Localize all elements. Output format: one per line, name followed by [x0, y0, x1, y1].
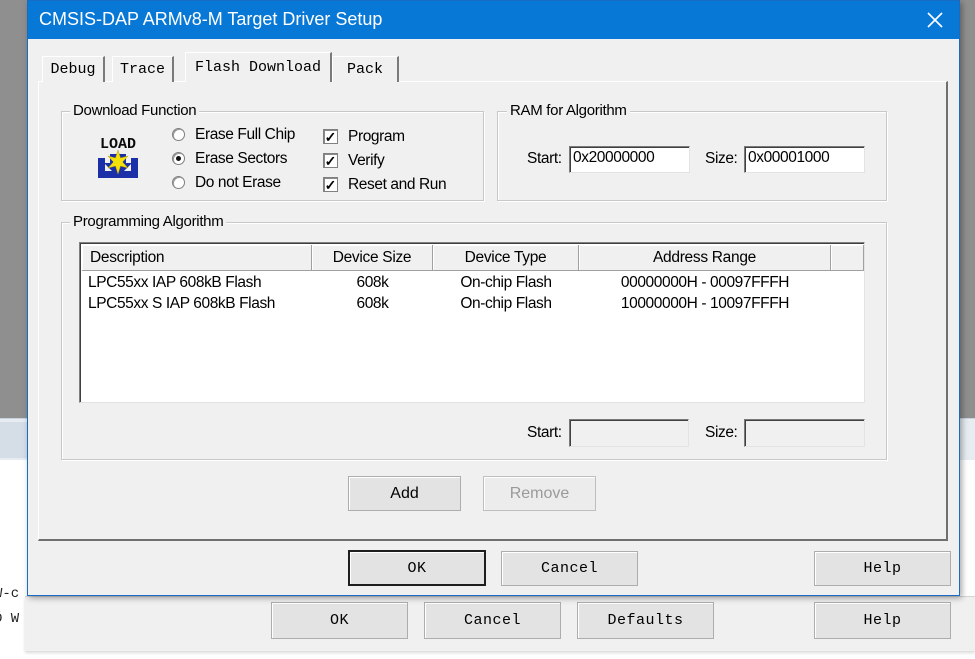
background-cancel-button[interactable]: Cancel	[424, 602, 561, 639]
cell-description: LPC55xx S IAP 608kB Flash	[88, 295, 276, 312]
erase-full-chip-label[interactable]: Erase Full Chip	[195, 126, 295, 144]
download-function-legend: Download Function	[70, 102, 200, 119]
verify-checkbox[interactable]: ✓	[323, 153, 338, 168]
load-icon: LOAD	[95, 132, 143, 180]
cell-device-type: On-chip Flash	[460, 274, 552, 291]
ram-for-algorithm-legend: RAM for Algorithm	[507, 102, 630, 119]
background-text-line: W-c	[0, 586, 20, 602]
remove-button[interactable]: Remove	[483, 476, 596, 511]
tab-flash-download[interactable]: Flash Download	[185, 52, 332, 82]
ram-start-label: Start:	[527, 150, 562, 167]
ok-button[interactable]: OK	[348, 550, 486, 586]
background-defaults-button[interactable]: Defaults	[577, 602, 714, 639]
program-checkbox[interactable]: ✓	[323, 129, 338, 144]
ram-size-label: Size:	[705, 150, 738, 167]
table-row[interactable]: LPC55xx IAP 608kB Flash 608k On-chip Fla…	[82, 274, 862, 294]
algorithm-start-label: Start:	[527, 424, 562, 441]
background-help-button[interactable]: Help	[814, 602, 951, 639]
column-header-address-range[interactable]: Address Range	[579, 245, 831, 271]
program-label[interactable]: Program	[348, 128, 405, 146]
tab-trace[interactable]: Trace	[112, 56, 174, 82]
column-header-filler	[831, 245, 864, 271]
ram-start-input[interactable]: 0x20000000	[569, 146, 690, 173]
column-header-device-size[interactable]: Device Size	[312, 245, 433, 271]
algorithm-size-input[interactable]	[744, 419, 865, 447]
table-row[interactable]: LPC55xx S IAP 608kB Flash 608k On-chip F…	[82, 295, 862, 315]
programming-algorithm-legend: Programming Algorithm	[70, 213, 227, 230]
erase-full-chip-radio[interactable]	[172, 128, 185, 141]
title-bar: CMSIS-DAP ARMv8-M Target Driver Setup	[28, 1, 959, 39]
erase-sectors-radio[interactable]	[172, 152, 185, 165]
column-header-description[interactable]: Description	[82, 245, 312, 271]
cell-device-size: 608k	[356, 295, 389, 312]
load-icon-text: LOAD	[100, 136, 136, 153]
algorithm-start-input[interactable]	[569, 419, 689, 447]
cell-address-range: 10000000H - 10097FFFH	[620, 295, 790, 312]
ram-size-input[interactable]: 0x00001000	[744, 146, 865, 173]
cell-address-range: 00000000H - 00097FFFH	[620, 274, 790, 291]
dialog-title: CMSIS-DAP ARMv8-M Target Driver Setup	[39, 9, 383, 29]
algorithm-size-label: Size:	[705, 424, 738, 441]
background-ok-button[interactable]: OK	[271, 602, 408, 639]
cell-device-type: On-chip Flash	[460, 295, 552, 312]
algorithm-list[interactable]: Description Device Size Device Type Addr…	[79, 242, 865, 403]
background-text-line: D W	[0, 611, 20, 627]
do-not-erase-radio[interactable]	[172, 176, 185, 189]
do-not-erase-label[interactable]: Do not Erase	[195, 174, 281, 192]
cell-description: LPC55xx IAP 608kB Flash	[88, 274, 262, 291]
close-icon[interactable]	[920, 5, 950, 35]
erase-sectors-label[interactable]: Erase Sectors	[195, 150, 288, 168]
tab-debug[interactable]: Debug	[42, 56, 105, 82]
reset-and-run-label[interactable]: Reset and Run	[348, 176, 447, 194]
target-driver-setup-dialog: CMSIS-DAP ARMv8-M Target Driver Setup De…	[27, 0, 960, 596]
column-header-device-type[interactable]: Device Type	[433, 245, 579, 271]
cell-device-size: 608k	[356, 274, 389, 291]
add-button[interactable]: Add	[348, 476, 461, 511]
cancel-button[interactable]: Cancel	[501, 551, 638, 586]
verify-label[interactable]: Verify	[348, 152, 385, 170]
reset-and-run-checkbox[interactable]: ✓	[323, 177, 338, 192]
help-button[interactable]: Help	[814, 551, 951, 586]
tab-pack[interactable]: Pack	[332, 56, 399, 82]
